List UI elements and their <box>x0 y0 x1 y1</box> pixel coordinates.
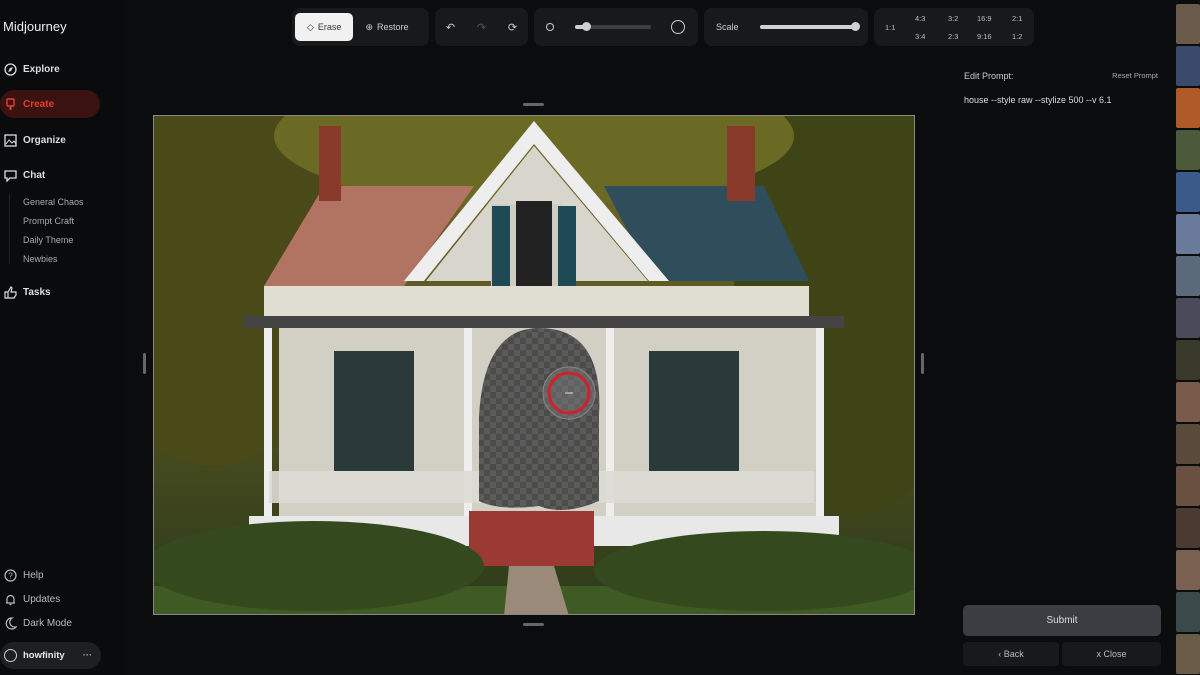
avatar <box>4 649 17 662</box>
svg-text:?: ? <box>8 571 13 580</box>
chat-channel-general-chaos[interactable]: General Chaos <box>23 197 84 207</box>
help-icon: ? <box>4 568 17 582</box>
moon-icon <box>4 616 17 630</box>
ratio-2-3[interactable]: 2:3 <box>948 32 958 41</box>
image-icon <box>4 133 17 147</box>
slider-knob[interactable] <box>582 22 592 31</box>
chat-channel-newbies[interactable]: Newbies <box>23 254 58 264</box>
sidebar-item-label: Chat <box>23 169 46 181</box>
chat-channel-daily-theme[interactable]: Daily Theme <box>23 235 73 245</box>
ratio-4-3[interactable]: 4:3 <box>915 14 925 23</box>
thumbnail[interactable] <box>1176 592 1200 632</box>
image-editor-canvas[interactable] <box>153 115 915 615</box>
aspect-ratio-group: 1:1 4:3 3:2 16:9 2:1 3:4 2:3 9:16 1:2 <box>874 8 1034 46</box>
small-brush-icon <box>546 23 554 31</box>
submit-button[interactable]: Submit <box>963 605 1161 636</box>
slider-fill <box>760 25 855 29</box>
restore-button[interactable]: ⊕ Restore <box>365 22 408 33</box>
ratio-16-9[interactable]: 16:9 <box>977 14 992 23</box>
sidebar-item-label: Tasks <box>23 286 51 298</box>
dark-mode-label: Dark Mode <box>23 617 72 629</box>
sidebar-item-label: Create <box>23 98 55 110</box>
ratio-1-1[interactable]: 1:1 <box>885 23 895 32</box>
erase-label: Erase <box>317 22 342 32</box>
help-label: Help <box>23 569 44 581</box>
brush-size-group <box>534 8 698 46</box>
thumbnail[interactable] <box>1176 340 1200 380</box>
close-button[interactable]: x Close <box>1062 642 1161 666</box>
ratio-9-16[interactable]: 9:16 <box>977 32 992 41</box>
thumbnail[interactable] <box>1176 466 1200 506</box>
history-group: ↶ ↷ ⟳ <box>435 8 528 46</box>
thumbnail[interactable] <box>1176 46 1200 86</box>
thumbnail[interactable] <box>1176 508 1200 548</box>
restore-label: Restore <box>376 22 409 32</box>
sidebar-item-create[interactable]: Create <box>0 90 100 118</box>
resize-handle-right[interactable] <box>921 353 924 374</box>
image-thumbnail-strip <box>1170 0 1200 675</box>
thumbnail[interactable] <box>1176 382 1200 422</box>
thumbnail[interactable] <box>1176 88 1200 128</box>
sidebar-item-label: Organize <box>23 134 66 146</box>
thumbnail[interactable] <box>1176 214 1200 254</box>
undo-icon[interactable]: ↶ <box>446 21 455 34</box>
erase-button[interactable]: ◇ Erase <box>295 13 354 41</box>
compass-icon <box>4 62 17 76</box>
scale-group: Scale <box>704 8 868 46</box>
chat-channel-prompt-craft[interactable]: Prompt Craft <box>23 216 74 226</box>
large-brush-icon <box>671 20 685 34</box>
prompt-input[interactable]: house --style raw --stylize 500 --v 6.1 <box>964 95 1112 105</box>
username: howfinity <box>23 650 65 661</box>
sidebar-item-organize[interactable]: Organize <box>0 126 100 154</box>
resize-handle-left[interactable] <box>143 353 146 374</box>
resize-handle-top[interactable] <box>523 103 544 106</box>
thumbnail[interactable] <box>1176 4 1200 44</box>
house-image <box>154 116 914 614</box>
thumbnail[interactable] <box>1176 172 1200 212</box>
scale-slider[interactable] <box>760 22 860 31</box>
updates-label: Updates <box>23 593 61 605</box>
thumbnail[interactable] <box>1176 424 1200 464</box>
sidebar: Midjourney Explore Create Organize Chat … <box>0 0 125 675</box>
chat-icon <box>4 169 17 182</box>
eraser-icon: ◇ <box>307 21 314 32</box>
sidebar-item-tasks[interactable]: Tasks <box>0 278 100 306</box>
brush-size-slider[interactable] <box>575 22 651 31</box>
erase-restore-group: ◇ Erase ⊕ Restore <box>292 8 429 46</box>
dark-mode-toggle[interactable]: Dark Mode <box>0 609 100 637</box>
back-button[interactable]: ‹ Back <box>963 642 1059 666</box>
thumbnail[interactable] <box>1176 130 1200 170</box>
plus-circle-icon: ⊕ <box>365 21 373 32</box>
thumbnail[interactable] <box>1176 256 1200 296</box>
bell-icon <box>4 593 17 606</box>
resize-handle-bottom[interactable] <box>523 623 544 626</box>
app-logo[interactable]: Midjourney <box>3 19 67 34</box>
reset-prompt-button[interactable]: Reset Prompt <box>1112 71 1158 80</box>
sidebar-item-label: Explore <box>23 63 60 75</box>
more-options-button[interactable]: ··· <box>83 650 93 661</box>
ratio-3-2[interactable]: 3:2 <box>948 14 958 23</box>
thumbnail[interactable] <box>1176 634 1200 674</box>
thumbnail[interactable] <box>1176 298 1200 338</box>
brush-icon <box>4 97 17 111</box>
ratio-2-1[interactable]: 2:1 <box>1012 14 1022 23</box>
ratio-3-4[interactable]: 3:4 <box>915 32 925 41</box>
divider <box>9 194 10 264</box>
reset-icon[interactable]: ⟳ <box>508 21 517 34</box>
user-menu[interactable]: howfinity ··· <box>0 642 101 669</box>
sidebar-item-chat[interactable]: Chat <box>0 161 100 189</box>
sidebar-item-explore[interactable]: Explore <box>0 55 100 83</box>
scale-label: Scale <box>716 22 739 32</box>
slider-knob[interactable] <box>851 22 860 31</box>
thumbs-up-icon <box>4 285 17 299</box>
ratio-1-2[interactable]: 1:2 <box>1012 32 1022 41</box>
edit-prompt-label: Edit Prompt: <box>964 71 1014 81</box>
redo-icon[interactable]: ↷ <box>477 21 486 34</box>
thumbnail[interactable] <box>1176 550 1200 590</box>
erase-mask <box>479 328 600 510</box>
